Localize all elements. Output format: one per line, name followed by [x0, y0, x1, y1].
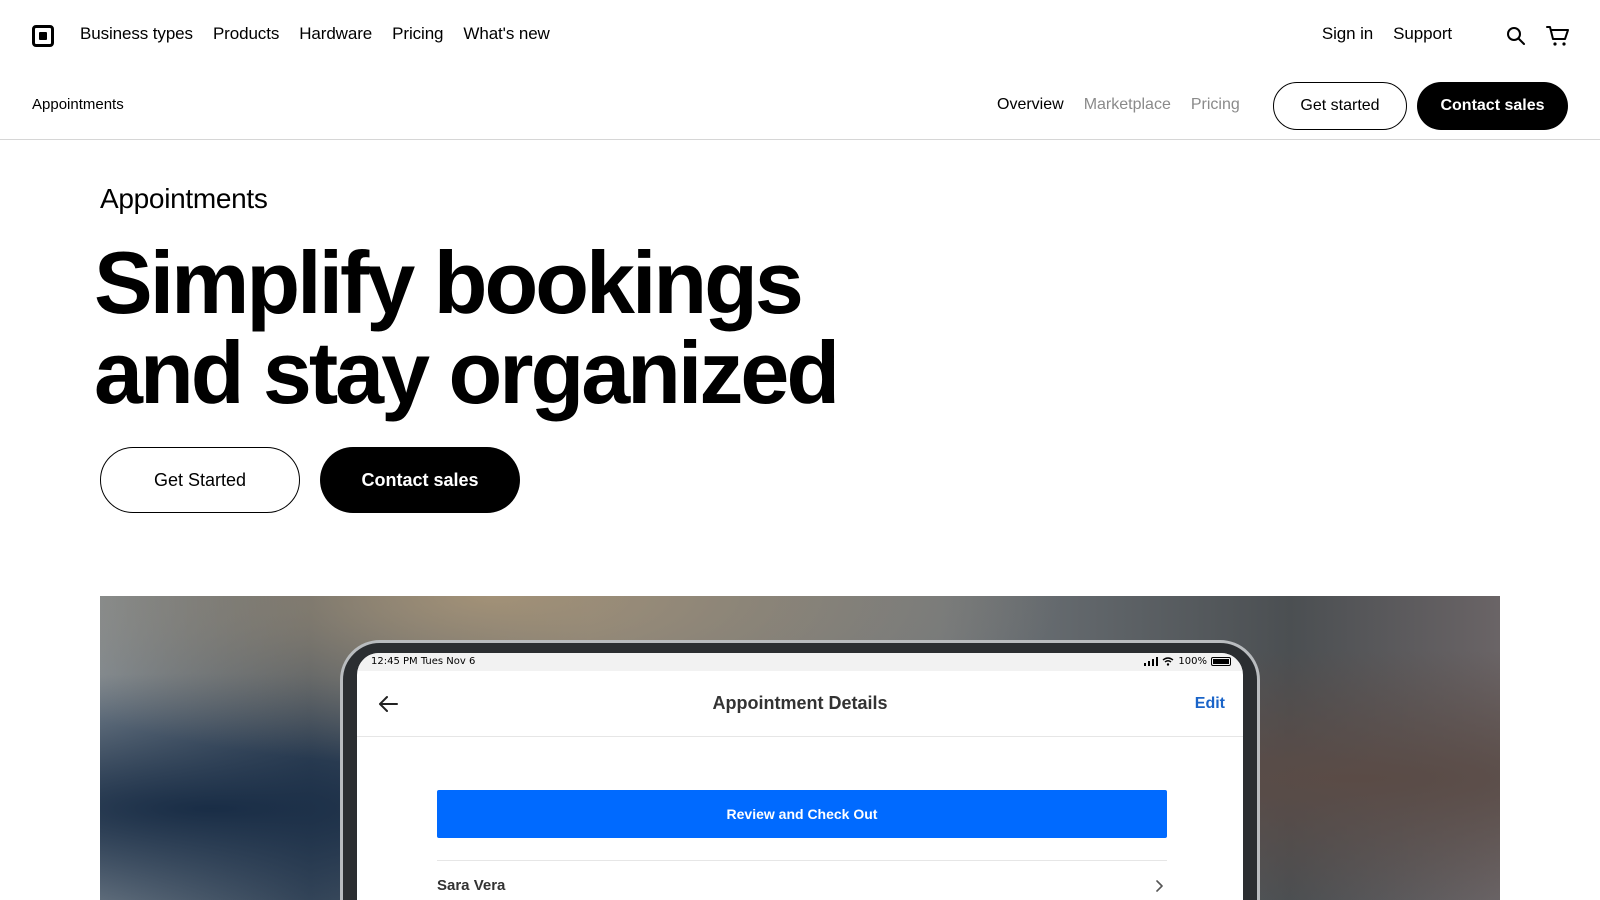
- subnav-overview[interactable]: Overview: [997, 96, 1064, 114]
- app-title: Appointment Details: [712, 693, 888, 713]
- subnav-links: Overview Marketplace Pricing: [997, 96, 1240, 114]
- status-indicators: 100%: [1144, 656, 1231, 667]
- signal-icon: [1144, 657, 1159, 666]
- nav-hardware[interactable]: Hardware: [299, 24, 372, 44]
- primary-nav-links: Business types Products Hardware Pricing…: [80, 24, 550, 44]
- tablet-frame: 12:45 PM Tues Nov 6 100% Appointment Det…: [340, 640, 1260, 900]
- nav-products[interactable]: Products: [213, 24, 279, 44]
- status-time: 12:45 PM Tues Nov 6: [371, 656, 476, 667]
- tablet-screen: 12:45 PM Tues Nov 6 100% Appointment Det…: [357, 653, 1243, 900]
- subnav-pricing[interactable]: Pricing: [1191, 96, 1240, 114]
- nav-pricing[interactable]: Pricing: [392, 24, 443, 44]
- hero-headline: Simplify bookings and stay organized: [94, 238, 894, 418]
- device-showcase: 12:45 PM Tues Nov 6 100% Appointment Det…: [100, 596, 1500, 900]
- cart-icon[interactable]: [1546, 24, 1570, 48]
- battery-percent: 100%: [1178, 656, 1207, 667]
- hero-eyebrow: Appointments: [100, 183, 268, 214]
- divider: [437, 860, 1167, 861]
- subnav-marketplace[interactable]: Marketplace: [1084, 96, 1171, 114]
- secondary-nav-links: Sign in Support: [1322, 24, 1452, 44]
- app-header: Appointment Details Edit: [357, 671, 1243, 737]
- subnav-contact-sales-button[interactable]: Contact sales: [1417, 82, 1568, 130]
- wifi-icon: [1162, 657, 1174, 666]
- nav-business-types[interactable]: Business types: [80, 24, 193, 44]
- hero-headline-line-1: Simplify bookings: [94, 233, 804, 332]
- sign-in-link[interactable]: Sign in: [1322, 24, 1373, 44]
- subnav-get-started-button[interactable]: Get started: [1273, 82, 1407, 130]
- hero-headline-line-2: and stay organized: [94, 323, 840, 422]
- square-logo-icon[interactable]: [32, 25, 54, 47]
- hero-get-started-button[interactable]: Get Started: [100, 447, 300, 513]
- search-icon[interactable]: [1506, 26, 1526, 46]
- nav-whats-new[interactable]: What's new: [463, 24, 549, 44]
- edit-button[interactable]: Edit: [1195, 695, 1225, 713]
- status-bar: 12:45 PM Tues Nov 6 100%: [357, 653, 1243, 671]
- battery-icon: [1211, 657, 1231, 666]
- hero-contact-sales-button[interactable]: Contact sales: [320, 447, 520, 513]
- client-name: Sara Vera: [437, 877, 506, 894]
- client-row[interactable]: Sara Vera: [437, 871, 1167, 900]
- support-link[interactable]: Support: [1393, 24, 1452, 44]
- global-nav: Business types Products Hardware Pricing…: [0, 0, 1600, 72]
- product-name[interactable]: Appointments: [32, 96, 124, 113]
- review-checkout-button[interactable]: Review and Check Out: [437, 790, 1167, 838]
- chevron-right-icon: [1156, 880, 1163, 892]
